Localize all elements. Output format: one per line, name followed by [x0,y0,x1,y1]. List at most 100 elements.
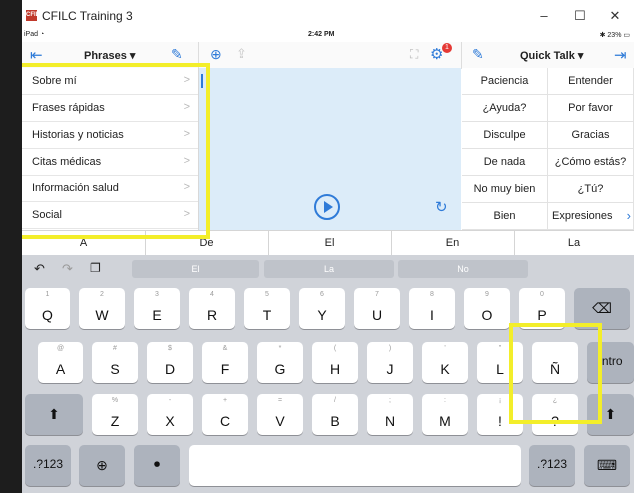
key-label: T [262,307,272,323]
key-d[interactable]: $ D [147,342,193,383]
highlight-box [22,63,210,239]
key-q[interactable]: 1Q [25,288,70,329]
microphone-icon: ⏺ [153,457,160,471]
key-alt-label: : [444,397,446,404]
key-label: A [55,361,66,377]
quick-talk-dropdown[interactable]: Quick Talk ▾ [520,49,583,62]
key-alt-label: + [222,397,228,404]
key-label: .?123 [536,457,568,471]
quick-talk-button[interactable]: No muy bien [462,176,548,203]
back-arrow-icon[interactable]: ⇤ [30,46,43,64]
key-label: B [330,413,340,429]
key-alt-label: 1 [45,291,50,298]
key-g[interactable]: * G [257,342,303,383]
key-label: .?123 [32,457,64,471]
share-icon[interactable]: ⇪ [236,46,247,62]
key-e[interactable]: 3E [134,288,180,329]
key-f[interactable]: & F [202,342,248,383]
key-alt-label: * [278,345,282,352]
quick-talk-button[interactable]: Bien [462,203,548,230]
key-label: V [275,413,285,429]
key-h[interactable]: (H [312,342,358,383]
key-label: N [384,413,396,429]
quick-talk-button[interactable]: Gracias [548,122,634,149]
key-o[interactable]: 9O [464,288,510,329]
expand-icon[interactable]: ⛶ [410,47,418,62]
key-t[interactable]: 5T [244,288,290,329]
message-area[interactable]: ↻ [199,68,461,230]
key-alt-label: ) [388,345,392,352]
quick-talk-button[interactable]: ¿Tú? [548,176,634,203]
prediction-word[interactable]: En [391,231,515,255]
key-z[interactable]: % Z [92,394,138,435]
refresh-icon[interactable]: ↻ [435,198,448,216]
quick-talk-button[interactable]: ¿Cómo estás? [548,149,634,176]
key-n[interactable]: ; N [367,394,413,435]
key-r[interactable]: 4R [189,288,235,329]
key-w[interactable]: 2W [79,288,125,329]
quick-talk-button[interactable]: Disculpe [462,122,548,149]
device-label: iPad ◔ [24,31,45,38]
forward-arrow-icon[interactable]: ⇥ [614,46,627,64]
key-i[interactable]: 8I [409,288,455,329]
shift-key[interactable]: ⬆ [25,394,83,435]
bluetooth-icon: ✱ [599,32,606,39]
quick-talk-button[interactable]: Por favor [548,95,634,122]
key-c[interactable]: + C [202,394,248,435]
maximize-button[interactable]: ☐ [565,6,595,26]
microphone-key[interactable]: ⏺ [134,445,180,486]
key-j[interactable]: ) J [367,342,413,383]
suggestion[interactable]: La [264,260,394,278]
wifi-icon: ◔ [39,31,45,38]
close-button[interactable]: ✕ [600,6,630,26]
key-u[interactable]: 7U [354,288,400,329]
suggestion[interactable]: No [398,260,528,278]
hide-keyboard-key[interactable]: ⌨ [584,445,630,486]
redo-icon[interactable]: ↷ [62,261,73,277]
key-b[interactable]: / B [312,394,358,435]
quick-talk-button[interactable]: Entender [548,68,634,95]
edit-pencil-icon[interactable]: ✎ [171,46,183,63]
key-s[interactable]: # S [92,342,138,383]
key-alt-label: 8 [430,291,434,298]
key-v[interactable]: = V [257,394,303,435]
quick-talk-button[interactable]: Paciencia [462,68,548,95]
key-label: G [274,361,286,377]
battery-icon: ▭ [623,32,630,39]
key-alt-label: 3 [155,291,159,298]
highlight-box [509,323,602,424]
paste-icon[interactable]: ❐ [90,261,101,275]
key-alt-label: 2 [100,291,104,298]
key-alt-label: 0 [540,291,544,298]
phrases-dropdown[interactable]: Phrases ▾ [84,49,135,62]
key-alt-label: 7 [375,291,379,298]
globe-icon[interactable]: ⊕ [210,46,222,63]
expressions-button[interactable]: Expresiones › [548,203,634,230]
key-k[interactable]: ' K [422,342,468,383]
divider [461,42,462,68]
suggestion[interactable]: El [132,260,259,278]
minimize-button[interactable]: – [529,6,559,26]
globe-key[interactable]: ⊕ [79,445,125,486]
prediction-word[interactable]: La [514,231,634,255]
key-a[interactable]: @ A [38,342,83,383]
key-x[interactable]: -X [147,394,193,435]
key-label: J [386,361,394,377]
key-label: S [110,361,120,377]
key-alt-label: ; [389,397,391,404]
key-y[interactable]: 6Y [299,288,345,329]
expressions-label: Expresiones [552,210,613,222]
key-label: C [219,413,231,429]
numbers-key[interactable]: .?123 [25,445,71,486]
key-alt-label: @ [56,345,65,352]
shift-icon: ⬆ [48,406,60,422]
prediction-word[interactable]: El [268,231,392,255]
undo-icon[interactable]: ↶ [34,261,45,277]
space-bar[interactable] [189,445,521,486]
quick-talk-button[interactable]: De nada [462,149,548,176]
edit-pencil-icon[interactable]: ✎ [472,46,484,63]
quick-talk-button[interactable]: ¿Ayuda? [462,95,548,122]
key-m[interactable]: :M [422,394,468,435]
numbers-key-right[interactable]: .?123 [529,445,575,486]
play-button[interactable] [314,194,340,220]
